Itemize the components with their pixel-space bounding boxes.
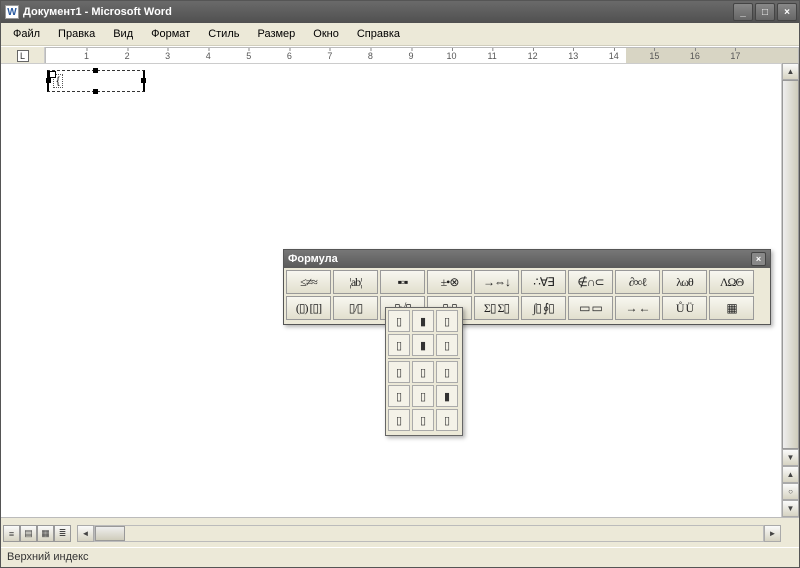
titlebar: W Документ1 - Microsoft Word _ □ × (1, 1, 799, 23)
window-title: Документ1 - Microsoft Word (23, 6, 733, 18)
palette-cell-0-0[interactable]: ▯ (388, 310, 410, 332)
menu-help[interactable]: Справка (349, 26, 408, 42)
vertical-scrollbar[interactable]: ▲ ▼ ▲ ○ ▼ (781, 63, 799, 517)
formula-btn-1-1[interactable]: ▯/▯ (333, 296, 378, 320)
formula-close-button[interactable]: × (751, 252, 766, 266)
palette-cell-0-2[interactable]: ▯ (436, 310, 458, 332)
palette-cell-1-1[interactable]: ▮ (412, 334, 434, 356)
formula-btn-1-4[interactable]: Σ▯ Σ▯ (474, 296, 519, 320)
ruler-tick-10: 10 (447, 51, 457, 61)
formula-btn-0-9[interactable]: ΛΩΘ (709, 270, 754, 294)
formula-btn-0-1[interactable]: ¦ab¦ (333, 270, 378, 294)
minimize-button[interactable]: _ (733, 3, 753, 21)
formula-btn-1-6[interactable]: ▭ ▭ (568, 296, 613, 320)
palette-cell-4-0[interactable]: ▯ (388, 409, 410, 431)
scroll-up-button[interactable]: ▲ (782, 63, 799, 80)
hscroll-thumb[interactable] (95, 526, 125, 541)
ruler-tick-9: 9 (408, 51, 413, 61)
hscroll-track[interactable] (94, 525, 764, 542)
ruler-tick-16: 16 (690, 51, 700, 61)
formula-btn-0-4[interactable]: →⇔↓ (474, 270, 519, 294)
status-bar: Верхний индекс (1, 547, 799, 567)
app-icon: W (5, 5, 19, 19)
palette-cell-4-1[interactable]: ▯ (412, 409, 434, 431)
ruler-tick-4: 4 (206, 51, 211, 61)
formula-btn-0-7[interactable]: ∂∞ℓ (615, 270, 660, 294)
palette-cell-1-2[interactable]: ▯ (436, 334, 458, 356)
maximize-button[interactable]: □ (755, 3, 775, 21)
menu-size[interactable]: Размер (249, 26, 303, 42)
formula-btn-1-8[interactable]: Ů Ü (662, 296, 707, 320)
formula-btn-0-2[interactable]: ▪▫▪ (380, 270, 425, 294)
tab-marker-icon: L (17, 50, 29, 62)
ruler-tick-13: 13 (568, 51, 578, 61)
palette-cell-0-1[interactable]: ▮ (412, 310, 434, 332)
palette-cell-3-1[interactable]: ▯ (412, 385, 434, 407)
formula-row-1: ≤≠≈¦ab¦▪▫▪±•⊗→⇔↓∴∀∃∉∩⊂∂∞ℓλωθΛΩΘ (286, 270, 768, 294)
view-print-button[interactable]: ▦ (37, 525, 54, 542)
formula-titlebar[interactable]: Формула × (284, 250, 770, 268)
horizontal-scrollbar[interactable]: ◄ ► (77, 525, 781, 542)
palette-cell-3-2[interactable]: ▮ (436, 385, 458, 407)
equation-object[interactable]: { (47, 70, 145, 92)
next-page-button[interactable]: ▼ (782, 500, 799, 517)
status-text: Верхний индекс (7, 551, 89, 563)
scroll-right-button[interactable]: ► (764, 525, 781, 542)
close-button[interactable]: × (777, 3, 797, 21)
palette-cell-2-1[interactable]: ▯ (412, 361, 434, 383)
equation-placeholder[interactable]: { (53, 74, 63, 88)
menubar: Файл Правка Вид Формат Стиль Размер Окно… (1, 23, 799, 46)
formula-toolbar[interactable]: Формула × ≤≠≈¦ab¦▪▫▪±•⊗→⇔↓∴∀∃∉∩⊂∂∞ℓλωθΛΩ… (283, 249, 771, 325)
menu-style[interactable]: Стиль (200, 26, 247, 42)
menu-format[interactable]: Формат (143, 26, 198, 42)
view-web-button[interactable]: ▤ (20, 525, 37, 542)
menu-file[interactable]: Файл (5, 26, 48, 42)
ruler-tick-2: 2 (125, 51, 130, 61)
palette-cell-4-2[interactable]: ▯ (436, 409, 458, 431)
menu-edit[interactable]: Правка (50, 26, 103, 42)
menu-view[interactable]: Вид (105, 26, 141, 42)
palette-cell-1-0[interactable]: ▯ (388, 334, 410, 356)
ruler-tick-11: 11 (487, 51, 496, 61)
menu-window[interactable]: Окно (305, 26, 347, 42)
formula-btn-1-0[interactable]: (▯) [▯] (286, 296, 331, 320)
scroll-down-button[interactable]: ▼ (782, 449, 799, 466)
prev-page-button[interactable]: ▲ (782, 466, 799, 483)
formula-btn-0-3[interactable]: ±•⊗ (427, 270, 472, 294)
formula-btn-0-0[interactable]: ≤≠≈ (286, 270, 331, 294)
ruler-tick-5: 5 (246, 51, 251, 61)
formula-btn-0-5[interactable]: ∴∀∃ (521, 270, 566, 294)
vscroll-track[interactable] (782, 80, 799, 449)
ruler-tick-8: 8 (368, 51, 373, 61)
ruler-tick-14: 14 (609, 51, 619, 61)
palette-cell-2-2[interactable]: ▯ (436, 361, 458, 383)
formula-title-text: Формула (288, 253, 751, 265)
formula-btn-1-5[interactable]: ∫▯ ∮▯ (521, 296, 566, 320)
formula-btn-1-7[interactable]: → ← (615, 296, 660, 320)
ruler-tick-3: 3 (165, 51, 170, 61)
formula-btn-1-9[interactable]: ▦ (709, 296, 754, 320)
formula-row-2: (▯) [▯]▯/▯▯√▯▯▫▯Σ▯ Σ▯∫▯ ∮▯▭ ▭→ ←Ů Ü▦ (286, 296, 768, 320)
vscroll-thumb[interactable] (782, 80, 799, 449)
view-normal-button[interactable]: ≡ (3, 525, 20, 542)
ruler-tick-6: 6 (287, 51, 292, 61)
scroll-left-button[interactable]: ◄ (77, 525, 94, 542)
ruler-tick-7: 7 (327, 51, 332, 61)
formula-btn-0-8[interactable]: λωθ (662, 270, 707, 294)
view-outline-button[interactable]: ≣ (54, 525, 71, 542)
fraction-template-palette[interactable]: ▯▮▯▯▮▯▯▯▯▯▯▮▯▯▯ (385, 307, 463, 436)
bottom-bar: ≡ ▤ ▦ ≣ ◄ ► (1, 517, 799, 547)
formula-btn-0-6[interactable]: ∉∩⊂ (568, 270, 613, 294)
browse-object-button[interactable]: ○ (782, 483, 799, 500)
ruler-tick-15: 15 (649, 51, 659, 61)
ruler-tick-1: 1 (84, 51, 89, 61)
ruler-tick-12: 12 (528, 51, 538, 61)
palette-cell-3-0[interactable]: ▯ (388, 385, 410, 407)
ruler-tick-17: 17 (730, 51, 740, 61)
palette-cell-2-0[interactable]: ▯ (388, 361, 410, 383)
left-margin (1, 64, 45, 517)
